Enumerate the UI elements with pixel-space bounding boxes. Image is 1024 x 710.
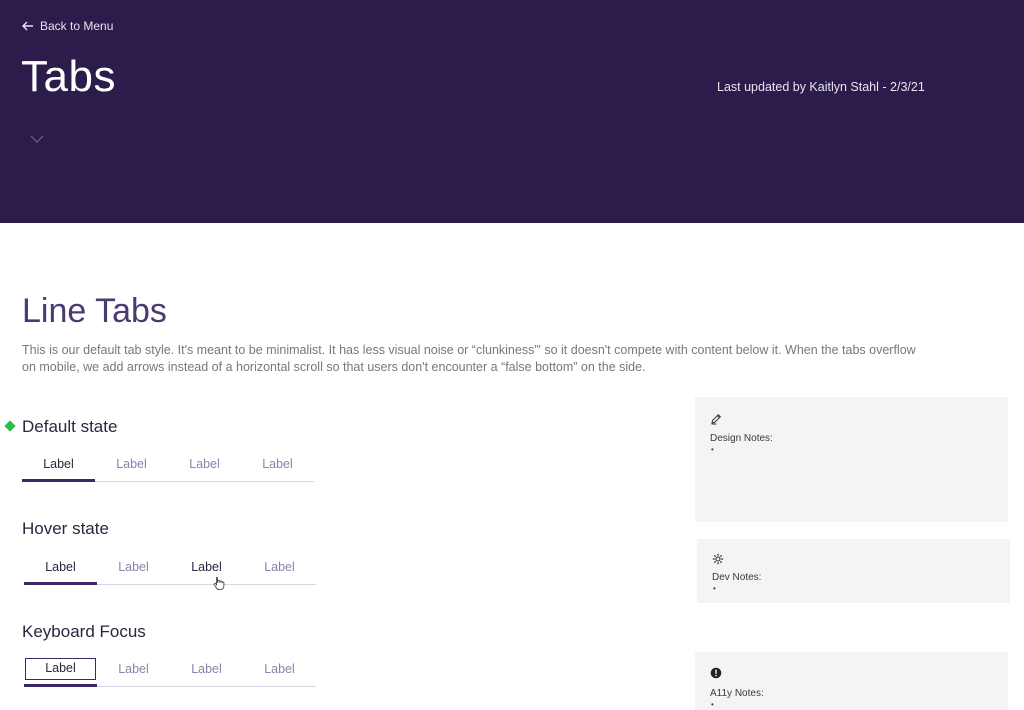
a11y-notes-bullet: • bbox=[711, 700, 714, 709]
state-title-default: Default state bbox=[22, 417, 118, 436]
tab-label-3[interactable]: Label bbox=[170, 657, 243, 686]
pencil-icon bbox=[710, 412, 722, 430]
tab-label-4[interactable]: Label bbox=[243, 555, 316, 584]
back-to-menu-link[interactable]: Back to Menu bbox=[22, 19, 113, 33]
page-title: Tabs bbox=[21, 52, 116, 101]
last-updated-text: Last updated by Kaitlyn Stahl - 2/3/21 bbox=[717, 80, 925, 94]
dev-notes-label: Dev Notes: bbox=[712, 572, 762, 583]
page-header: Back to Menu Tabs Last updated by Kaitly… bbox=[0, 0, 1024, 223]
chevron-down-icon[interactable] bbox=[30, 131, 44, 149]
tabbar-default: Label Label Label Label bbox=[22, 452, 314, 482]
tab-label-2[interactable]: Label bbox=[97, 657, 170, 686]
tab-label-4[interactable]: Label bbox=[241, 452, 314, 481]
dev-notes-panel: Dev Notes: • bbox=[697, 539, 1010, 603]
tabbar-keyboard-focus: Label Label Label Label bbox=[24, 657, 316, 687]
design-notes-panel: Design Notes: • bbox=[695, 397, 1008, 522]
tab-label-3-hovered[interactable]: Label bbox=[170, 555, 243, 584]
tab-label-2[interactable]: Label bbox=[97, 555, 170, 584]
design-notes-bullet: • bbox=[711, 445, 714, 454]
status-marker-icon bbox=[4, 420, 16, 432]
hand-cursor-icon bbox=[213, 576, 225, 595]
tab-label-4[interactable]: Label bbox=[243, 657, 316, 686]
dev-notes-bullet: • bbox=[713, 584, 716, 593]
section-description: This is our default tab style. It's mean… bbox=[22, 343, 916, 374]
tab-label-3[interactable]: Label bbox=[168, 452, 241, 481]
info-icon bbox=[710, 666, 722, 684]
section-title: Line Tabs bbox=[22, 292, 167, 330]
tab-label-1-focused[interactable]: Label bbox=[24, 657, 97, 687]
tab-label-1-active[interactable]: Label bbox=[24, 555, 97, 585]
state-title-hover: Hover state bbox=[22, 519, 109, 538]
a11y-notes-label: A11y Notes: bbox=[710, 688, 764, 699]
arrow-left-icon bbox=[22, 21, 34, 31]
tab-label-1-active[interactable]: Label bbox=[22, 452, 95, 482]
design-notes-label: Design Notes: bbox=[710, 433, 773, 444]
tabbar-hover: Label Label Label Label bbox=[24, 555, 316, 585]
a11y-notes-panel: A11y Notes: • bbox=[695, 652, 1008, 710]
state-title-keyboard-focus: Keyboard Focus bbox=[22, 622, 146, 641]
back-to-menu-label[interactable]: Back to Menu bbox=[40, 19, 113, 33]
tab-label-2[interactable]: Label bbox=[95, 452, 168, 481]
gear-icon bbox=[712, 552, 724, 570]
